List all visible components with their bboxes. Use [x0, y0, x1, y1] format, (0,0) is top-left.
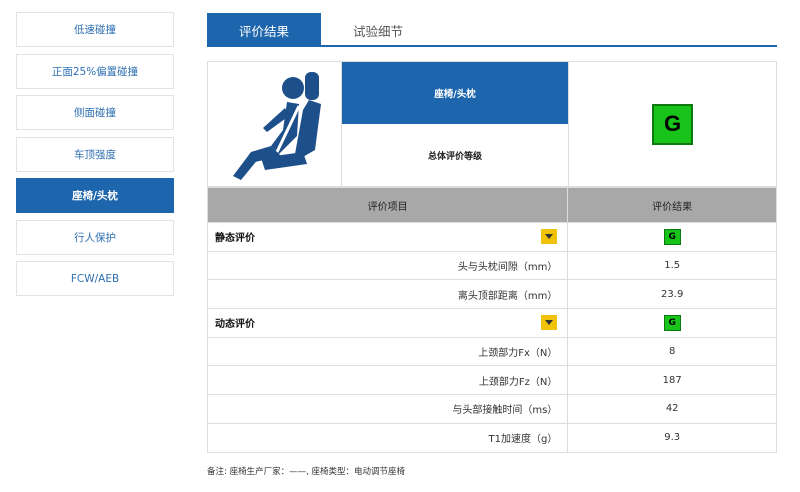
overall-grade-badge: G	[652, 103, 693, 145]
table-row: 离头顶部距离（mm） 23.9	[206, 279, 777, 310]
column-header-result: 评价结果	[567, 187, 777, 223]
section-title: 静态评价	[215, 233, 255, 245]
sidebar: 低速碰撞 正面25%偏置碰撞 侧面碰撞 车顶强度 座椅/头枕 行人保护 FCW/…	[16, 12, 174, 303]
section-row-static: 静态评价 G	[206, 222, 777, 252]
expand-dropdown-button[interactable]	[541, 229, 558, 245]
row-value: 1.5	[567, 250, 777, 281]
sidebar-item-low-speed[interactable]: 低速碰撞	[16, 12, 174, 47]
table-row: 与头部接触时间（ms） 42	[206, 394, 777, 424]
seat-illustration	[208, 62, 342, 186]
row-value: 42	[567, 394, 777, 424]
tab-results[interactable]: 评价结果	[207, 13, 321, 47]
evaluation-table: 评价项目 评价结果 静态评价 G 头与头枕间隙（mm） 1.5 离头顶部距离（m…	[206, 187, 777, 453]
row-label: T1加速度（g）	[206, 422, 569, 453]
column-header-item: 评价项目	[206, 187, 569, 223]
section-title: 动态评价	[215, 319, 255, 331]
row-value: 9.3	[567, 422, 777, 453]
expand-dropdown-button[interactable]	[541, 315, 558, 331]
summary-labels: 座椅/头枕 总体评价等级	[342, 62, 569, 186]
table-header: 评价项目 评价结果	[206, 187, 777, 223]
row-value: 8	[567, 336, 777, 367]
table-row: 上颈部力Fx（N） 8	[206, 336, 777, 367]
overall-grade-label: 总体评价等级	[427, 151, 482, 162]
sidebar-item-front-offset[interactable]: 正面25%偏置碰撞	[16, 53, 174, 89]
row-value: 187	[567, 365, 777, 396]
table-row: 头与头枕间隙（mm） 1.5	[206, 250, 777, 281]
row-label: 头与头枕间隙（mm）	[206, 250, 569, 281]
tab-bar: 评价结果 试验细节	[207, 13, 777, 47]
seat-headrest-icon	[232, 72, 321, 180]
row-label: 上颈部力Fz（N）	[206, 365, 569, 396]
row-value: 23.9	[567, 279, 777, 310]
section-grade-badge: G	[663, 314, 681, 331]
chevron-down-icon	[545, 234, 554, 240]
tab-test-details[interactable]: 试验细节	[321, 13, 435, 47]
footnote: 备注: 座椅生产厂家：——, 座椅类型：电动调节座椅	[207, 467, 405, 477]
row-label: 上颈部力Fx（N）	[206, 336, 569, 367]
summary-panel: 座椅/头枕 总体评价等级 G	[207, 61, 777, 187]
section-row-dynamic: 动态评价 G	[206, 308, 777, 338]
row-label: 与头部接触时间（ms）	[206, 394, 569, 424]
sidebar-item-roof-strength[interactable]: 车顶强度	[16, 136, 174, 172]
chevron-down-icon	[545, 320, 554, 326]
sidebar-item-seat-headrest[interactable]: 座椅/头枕	[16, 178, 174, 213]
sidebar-item-side-impact[interactable]: 侧面碰撞	[16, 95, 174, 130]
section-grade-badge: G	[663, 228, 681, 245]
sidebar-item-fcw-aeb[interactable]: FCW/AEB	[16, 261, 174, 296]
summary-category: 座椅/头枕	[342, 62, 568, 124]
row-label: 离头顶部距离（mm）	[206, 279, 569, 310]
table-row: T1加速度（g） 9.3	[206, 422, 777, 453]
table-row: 上颈部力Fz（N） 187	[206, 365, 777, 396]
overall-grade-cell: G	[569, 62, 776, 186]
sidebar-item-pedestrian[interactable]: 行人保护	[16, 219, 174, 255]
